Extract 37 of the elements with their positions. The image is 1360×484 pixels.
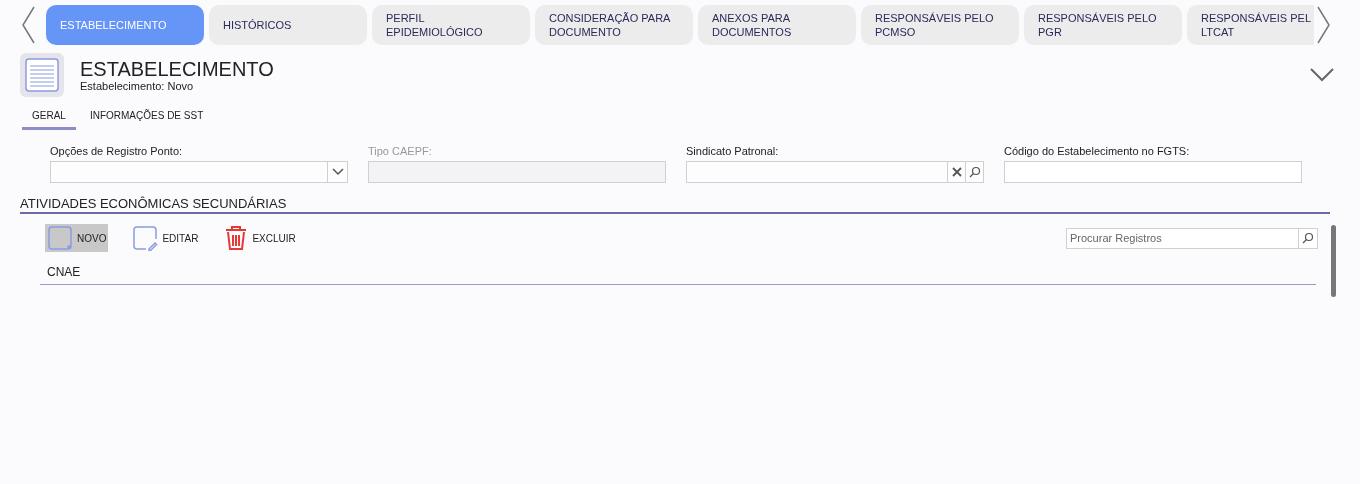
tab[interactable]: RESPONSÁVEIS PELO PGR [1024,5,1182,45]
tab[interactable]: CONSIDERAÇÃO PARA DOCUMENTO [535,5,693,45]
field-label: Tipo CAEPF: [368,144,433,158]
field-label: Código do Estabelecimento no FGTS: [1004,144,1191,158]
edit-icon [132,225,159,251]
tab[interactable]: RESPONSÁVEIS PELO PCMSO [861,5,1019,45]
tab[interactable]: PERFIL EPIDEMIOLÓGICO [372,5,530,45]
page-subtitle: Estabelecimento: Novo [80,79,195,93]
tab[interactable]: ANEXOS PARA DOCUMENTOS [698,5,856,45]
search-icon [968,166,981,178]
field-label: Opções de Registro Ponto: [50,144,184,158]
chevron-right-icon[interactable] [1316,5,1332,45]
search-icon [1302,232,1314,244]
toolbar-button[interactable]: NOVO [45,224,109,252]
toolbar-button[interactable]: EXCLUIR [222,224,298,252]
lookup-field[interactable] [686,161,984,183]
search-button[interactable] [1299,227,1318,249]
input-field[interactable] [1004,161,1302,183]
chevron-left-icon[interactable] [20,5,36,45]
column-header: CNAE [46,264,81,281]
subtab[interactable]: INFORMAÇÕES DE SST [79,106,214,130]
select-field[interactable] [50,161,348,183]
field-label: Sindicato Patronal: [686,144,780,158]
new-document-icon [47,225,73,251]
toolbar-button[interactable]: EDITAR [130,224,201,252]
close-icon [951,167,962,177]
chevron-down-icon [331,168,344,176]
chevron-down-icon[interactable] [1310,68,1334,82]
scrollbar[interactable] [1331,225,1336,297]
trash-icon [224,225,249,251]
search-field[interactable]: Procurar Registros [1066,227,1299,249]
tab[interactable]: RESPONSÁVEIS PEL LTCAT [1187,5,1314,45]
section-title: ATIVIDADES ECONÔMICAS SECUNDÁRIAS [20,195,288,212]
tab[interactable]: HISTÓRICOS [209,5,367,45]
document-icon [20,53,64,97]
page-title: ESTABELECIMENTO [80,57,274,80]
subtab[interactable]: GERAL [22,106,76,130]
